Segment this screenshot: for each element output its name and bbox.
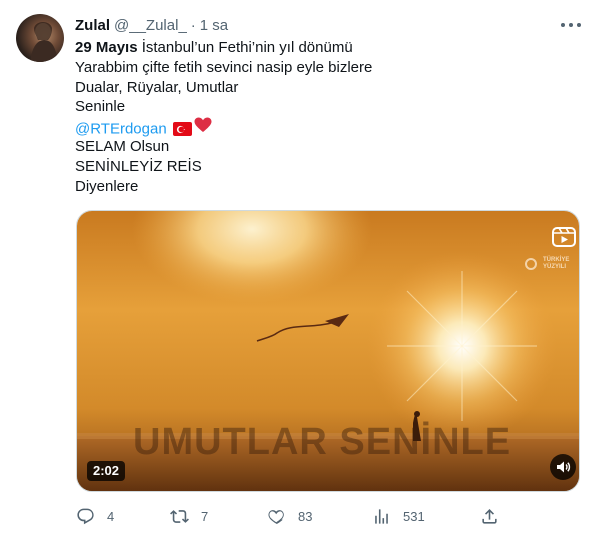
red-heart-icon <box>194 117 212 139</box>
share-icon <box>480 507 499 526</box>
retweet-icon <box>170 507 189 526</box>
video-player[interactable]: UMUTLAR SENİNLE TÜRKİYE YÜZYILI 2:02 <box>76 210 580 492</box>
text-line: Dualar, Rüyalar, Umutlar <box>75 78 239 96</box>
views-button[interactable]: 531 <box>372 505 425 527</box>
sun-logo-icon <box>525 258 537 270</box>
share-button[interactable] <box>480 505 499 527</box>
text-line: Yarabbim çifte fetih sevinci nasip eyle … <box>75 58 373 76</box>
video-overlay-text: UMUTLAR SENİNLE <box>133 421 512 463</box>
timestamp[interactable]: 1 sa <box>200 17 228 34</box>
retweet-count: 7 <box>201 508 209 524</box>
heart-icon <box>267 507 286 526</box>
tweet-text: 29 Mayıs İstanbul’un Fethi’nin yıl dönüm… <box>75 38 575 196</box>
hashtag-date: 29 Mayıs <box>75 39 138 56</box>
volume-icon[interactable] <box>550 454 576 480</box>
brand-line-2: YÜZYILI <box>543 264 567 270</box>
brand-text: TÜRKİYE YÜZYILI <box>543 257 569 271</box>
like-button[interactable]: 83 <box>267 505 312 527</box>
retweet-button[interactable]: 7 <box>170 505 208 527</box>
turkey-flag-icon <box>172 121 192 136</box>
avatar[interactable] <box>16 14 64 62</box>
separator-dot: · <box>190 16 196 34</box>
reply-button[interactable]: 4 <box>76 505 114 527</box>
tweet[interactable]: Zulal @__Zulal_ · 1 sa 29 Mayıs İstanbul… <box>0 0 602 535</box>
tweet-header: Zulal @__Zulal_ · 1 sa <box>75 16 228 34</box>
brand-line-1: TÜRKİYE <box>543 257 570 263</box>
mention-link[interactable]: @RTErdogan <box>75 121 167 138</box>
user-handle[interactable]: @__Zulal_ <box>114 17 187 34</box>
reply-count: 4 <box>107 508 115 524</box>
text-line: 29 Mayıs İstanbul’un Fethi’nin yıl dönüm… <box>75 38 575 58</box>
text-line: Seninle <box>75 98 126 116</box>
views-chart-icon <box>372 507 391 526</box>
like-count: 83 <box>298 508 313 524</box>
shorts-icon[interactable] <box>551 224 577 255</box>
video-duration: 2:02 <box>87 461 126 481</box>
emoji-group <box>172 117 212 139</box>
reply-icon <box>76 507 95 526</box>
text-line: SELAM Olsun <box>75 137 170 155</box>
text-line-1-rest: İstanbul’un Fethi’nin yıl dönümü <box>137 39 353 56</box>
views-count: 531 <box>403 508 425 524</box>
text-line: SENİNLEYİZ REİS <box>75 157 202 175</box>
text-line: Diyenlere <box>75 177 139 195</box>
text-line: @RTErdogan <box>75 117 575 139</box>
brand-watermark: TÜRKİYE YÜZYILI <box>525 254 577 280</box>
more-options-icon[interactable] <box>561 17 581 33</box>
action-bar: 4 7 83 531 <box>72 505 502 527</box>
display-name[interactable]: Zulal <box>75 17 110 34</box>
